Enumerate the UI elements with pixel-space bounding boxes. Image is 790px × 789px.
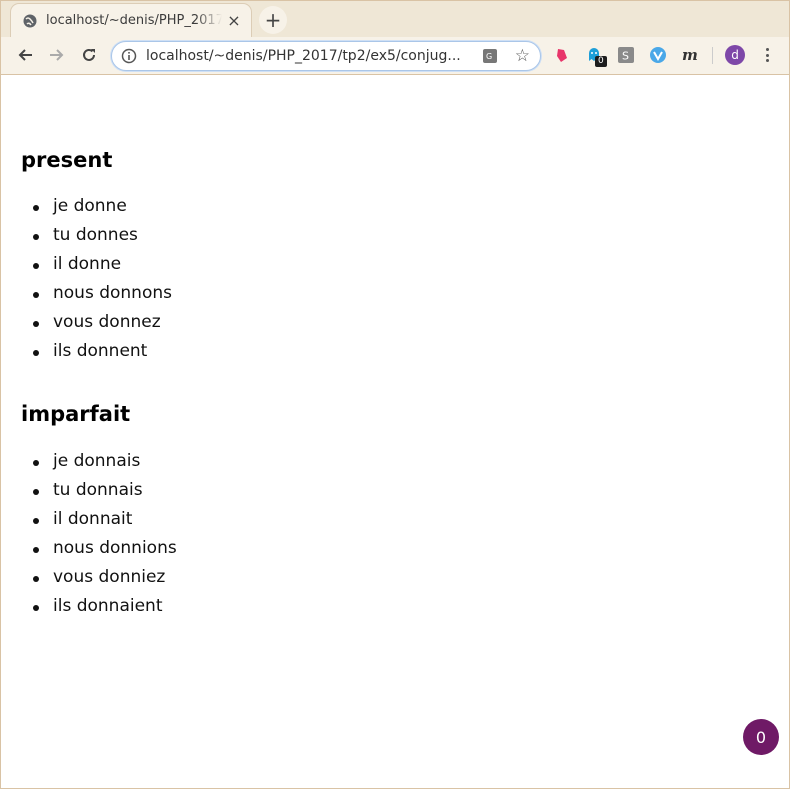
extension-badge: 0 (595, 56, 607, 67)
list-item: vous donnez (33, 308, 172, 337)
new-tab-button[interactable]: + (259, 6, 287, 34)
back-arrow-icon[interactable] (13, 43, 37, 67)
section-heading-present: present (21, 148, 113, 172)
url-text[interactable]: localhost/~denis/PHP_2017/tp2/ex5/conjug… (146, 48, 470, 64)
browser-window: localhost/~denis/PHP_2017/tp2/ex5/conjug… (0, 0, 790, 789)
list-item: il donnait (33, 505, 177, 534)
page-content: present je donne tu donnes il donne nous… (1, 75, 789, 788)
s-extension-icon[interactable]: S (617, 46, 635, 64)
list-item: tu donnais (33, 476, 177, 505)
active-tab[interactable]: localhost/~denis/PHP_2017/tp2/ex5/conjug… (11, 4, 251, 37)
forward-arrow-icon[interactable] (45, 43, 69, 67)
svg-text:m: m (682, 47, 698, 63)
info-icon[interactable] (121, 48, 137, 64)
list-item: ils donnaient (33, 592, 177, 621)
globe-icon (23, 14, 37, 28)
avatar[interactable]: d (725, 45, 745, 65)
menu-kebab-icon[interactable] (761, 46, 773, 64)
reload-icon[interactable] (77, 43, 101, 67)
section-heading-imparfait: imparfait (21, 402, 131, 426)
bookmark-star-icon[interactable]: ☆ (515, 46, 530, 66)
list-item: tu donnes (33, 221, 172, 250)
list-item: ils donnent (33, 337, 172, 366)
list-item: je donne (33, 192, 172, 221)
imparfait-list: je donnais tu donnais il donnait nous do… (33, 447, 177, 621)
address-bar[interactable]: localhost/~denis/PHP_2017/tp2/ex5/conjug… (111, 41, 541, 71)
list-item: vous donniez (33, 563, 177, 592)
tab-title: localhost/~denis/PHP_2017/tp2/ex5/conjug… (46, 13, 222, 28)
m-extension-icon[interactable]: m (681, 46, 699, 64)
svg-text:S: S (622, 50, 629, 63)
toolbar: localhost/~denis/PHP_2017/tp2/ex5/conjug… (1, 37, 789, 75)
present-list: je donne tu donnes il donne nous donnons… (33, 192, 172, 366)
tab-strip: localhost/~denis/PHP_2017/tp2/ex5/conjug… (1, 1, 789, 37)
translate-icon[interactable]: G (482, 48, 498, 64)
list-item: nous donnons (33, 279, 172, 308)
toolbar-divider (712, 47, 713, 64)
list-item: nous donnions (33, 534, 177, 563)
v-extension-icon[interactable] (649, 46, 667, 64)
list-item: je donnais (33, 447, 177, 476)
red-extension-icon[interactable] (553, 46, 571, 64)
close-tab-icon[interactable]: × (226, 11, 242, 30)
svg-text:G: G (486, 52, 492, 61)
counter-bubble-button[interactable]: 0 (743, 719, 779, 755)
list-item: il donne (33, 250, 172, 279)
